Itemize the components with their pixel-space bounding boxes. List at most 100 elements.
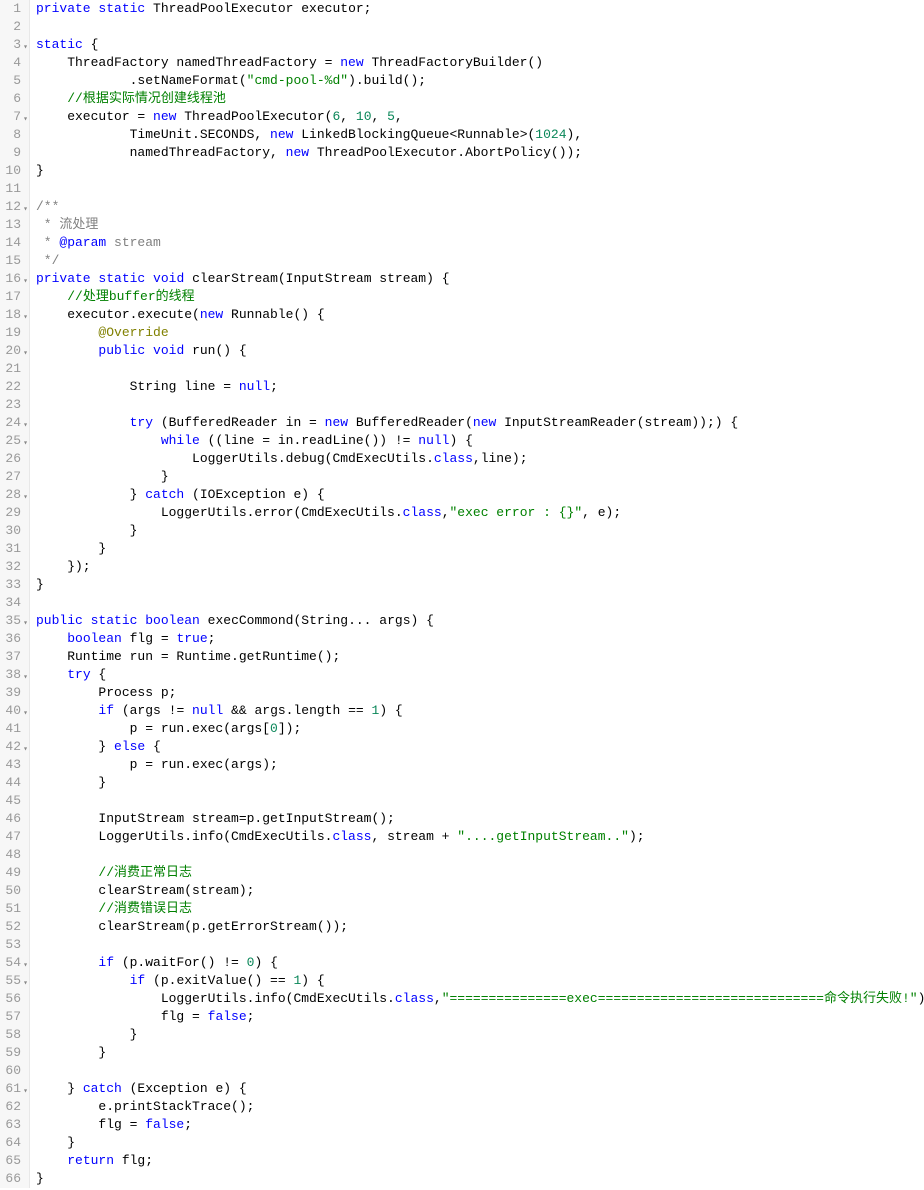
code-line[interactable]: p = run.exec(args); — [36, 756, 924, 774]
code-line[interactable]: } — [36, 1026, 924, 1044]
code-line[interactable]: namedThreadFactory, new ThreadPoolExecut… — [36, 144, 924, 162]
line-number: 53 — [4, 936, 21, 954]
fold-icon[interactable]: ▾ — [23, 435, 28, 453]
token-id — [145, 271, 153, 286]
token-id: ; — [270, 379, 278, 394]
code-line[interactable]: while ((line = in.readLine()) != null) { — [36, 432, 924, 450]
code-line[interactable]: //消费正常日志 — [36, 864, 924, 882]
code-line[interactable]: } — [36, 522, 924, 540]
code-line[interactable]: } — [36, 1044, 924, 1062]
code-line[interactable]: flg = false; — [36, 1008, 924, 1026]
code-line[interactable]: public static boolean execCommond(String… — [36, 612, 924, 630]
fold-icon[interactable]: ▾ — [23, 669, 28, 687]
code-line[interactable]: if (p.exitValue() == 1) { — [36, 972, 924, 990]
fold-icon[interactable]: ▾ — [23, 489, 28, 507]
code-line[interactable]: */ — [36, 252, 924, 270]
code-line[interactable]: LoggerUtils.info(CmdExecUtils.class, str… — [36, 828, 924, 846]
code-line[interactable]: if (args != null && args.length == 1) { — [36, 702, 924, 720]
fold-icon[interactable]: ▾ — [23, 273, 28, 291]
fold-icon[interactable]: ▾ — [23, 417, 28, 435]
token-kw: null — [239, 379, 270, 394]
code-line[interactable]: } catch (Exception e) { — [36, 1080, 924, 1098]
code-line[interactable]: } — [36, 468, 924, 486]
code-line[interactable] — [36, 180, 924, 198]
code-line[interactable]: } — [36, 162, 924, 180]
code-line[interactable]: Process p; — [36, 684, 924, 702]
fold-icon[interactable]: ▾ — [23, 345, 28, 363]
code-line[interactable]: } else { — [36, 738, 924, 756]
fold-icon[interactable]: ▾ — [23, 741, 28, 759]
fold-icon[interactable]: ▾ — [23, 705, 28, 723]
fold-icon[interactable]: ▾ — [23, 615, 28, 633]
code-line[interactable]: p = run.exec(args[0]); — [36, 720, 924, 738]
fold-icon[interactable]: ▾ — [23, 111, 28, 129]
code-line[interactable]: TimeUnit.SECONDS, new LinkedBlockingQueu… — [36, 126, 924, 144]
code-line[interactable]: LoggerUtils.info(CmdExecUtils.class,"===… — [36, 990, 924, 1008]
code-line[interactable]: ThreadFactory namedThreadFactory = new T… — [36, 54, 924, 72]
code-line[interactable]: InputStream stream=p.getInputStream(); — [36, 810, 924, 828]
code-line[interactable]: executor = new ThreadPoolExecutor(6, 10,… — [36, 108, 924, 126]
code-line[interactable] — [36, 936, 924, 954]
code-line[interactable]: LoggerUtils.error(CmdExecUtils.class,"ex… — [36, 504, 924, 522]
token-kw: private — [36, 271, 91, 286]
code-line[interactable]: } — [36, 774, 924, 792]
fold-icon[interactable]: ▾ — [23, 957, 28, 975]
code-line[interactable]: .setNameFormat("cmd-pool-%d").build(); — [36, 72, 924, 90]
code-line[interactable]: //处理buffer的线程 — [36, 288, 924, 306]
code-line[interactable]: private static void clearStream(InputStr… — [36, 270, 924, 288]
token-kw: boolean — [145, 613, 200, 628]
code-line[interactable] — [36, 18, 924, 36]
code-line[interactable]: } — [36, 1170, 924, 1188]
line-number: 8 — [4, 126, 21, 144]
code-line[interactable]: /** — [36, 198, 924, 216]
code-line[interactable] — [36, 1062, 924, 1080]
line-number: 35▾ — [4, 612, 21, 630]
code-line[interactable]: try (BufferedReader in = new BufferedRea… — [36, 414, 924, 432]
code-line[interactable]: executor.execute(new Runnable() { — [36, 306, 924, 324]
line-number: 59 — [4, 1044, 21, 1062]
code-line[interactable]: Runtime run = Runtime.getRuntime(); — [36, 648, 924, 666]
code-line[interactable] — [36, 792, 924, 810]
code-line[interactable]: //消费错误日志 — [36, 900, 924, 918]
fold-icon[interactable]: ▾ — [23, 201, 28, 219]
code-line[interactable]: clearStream(stream); — [36, 882, 924, 900]
line-number: 5 — [4, 72, 21, 90]
code-line[interactable]: } catch (IOException e) { — [36, 486, 924, 504]
line-number: 31 — [4, 540, 21, 558]
line-number: 51 — [4, 900, 21, 918]
fold-icon[interactable]: ▾ — [23, 39, 28, 57]
code-line[interactable]: LoggerUtils.debug(CmdExecUtils.class,lin… — [36, 450, 924, 468]
code-line[interactable]: return flg; — [36, 1152, 924, 1170]
code-line[interactable]: }); — [36, 558, 924, 576]
code-line[interactable]: } — [36, 1134, 924, 1152]
code-line[interactable] — [36, 360, 924, 378]
code-line[interactable]: * 流处理 — [36, 216, 924, 234]
code-line[interactable]: clearStream(p.getErrorStream()); — [36, 918, 924, 936]
token-id — [36, 91, 67, 106]
code-line[interactable]: private static ThreadPoolExecutor execut… — [36, 0, 924, 18]
code-line[interactable]: try { — [36, 666, 924, 684]
code-line[interactable] — [36, 594, 924, 612]
code-line[interactable]: * @param stream — [36, 234, 924, 252]
code-area[interactable]: private static ThreadPoolExecutor execut… — [30, 0, 924, 1188]
code-line[interactable]: } — [36, 540, 924, 558]
line-number: 9 — [4, 144, 21, 162]
code-line[interactable]: //根据实际情况创建线程池 — [36, 90, 924, 108]
code-line[interactable]: String line = null; — [36, 378, 924, 396]
code-line[interactable]: static { — [36, 36, 924, 54]
fold-icon[interactable]: ▾ — [23, 975, 28, 993]
token-id: LoggerUtils.debug(CmdExecUtils. — [36, 451, 434, 466]
code-line[interactable]: if (p.waitFor() != 0) { — [36, 954, 924, 972]
fold-icon[interactable]: ▾ — [23, 1083, 28, 1101]
fold-icon[interactable]: ▾ — [23, 309, 28, 327]
code-line[interactable] — [36, 396, 924, 414]
code-line[interactable]: @Override — [36, 324, 924, 342]
code-line[interactable]: flg = false; — [36, 1116, 924, 1134]
code-line[interactable]: boolean flg = true; — [36, 630, 924, 648]
code-line[interactable]: } — [36, 576, 924, 594]
token-id: } — [36, 1027, 137, 1042]
line-number: 20▾ — [4, 342, 21, 360]
code-line[interactable]: public void run() { — [36, 342, 924, 360]
code-line[interactable]: e.printStackTrace(); — [36, 1098, 924, 1116]
code-line[interactable] — [36, 846, 924, 864]
